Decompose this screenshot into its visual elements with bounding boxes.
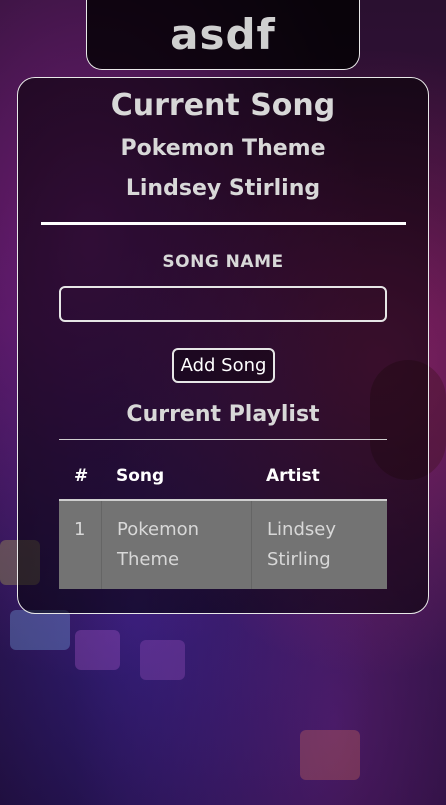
background-decor — [10, 610, 70, 650]
row-index: 1 — [74, 519, 86, 540]
column-header-artist: Artist — [266, 466, 320, 486]
playlist-divider — [59, 439, 387, 440]
background-decor — [300, 730, 360, 780]
column-header-index: # — [74, 466, 89, 486]
add-song-button[interactable]: Add Song — [172, 348, 275, 383]
table-header: # Song Artist — [59, 453, 387, 499]
song-name-label: SONG NAME — [162, 252, 284, 272]
column-header-song: Song — [116, 466, 165, 486]
row-artist: Lindsey Stirling — [251, 501, 387, 589]
current-song-heading: Current Song — [110, 88, 336, 123]
section-divider — [41, 222, 406, 225]
song-name-input[interactable] — [59, 286, 387, 322]
room-name: asdf — [170, 10, 276, 59]
player-panel: Current Song Pokemon Theme Lindsey Stirl… — [17, 77, 429, 614]
room-name-header: asdf — [86, 0, 360, 70]
playlist-heading: Current Playlist — [126, 402, 320, 427]
playlist-table: # Song Artist 1 Pokemon Theme Lindsey St… — [59, 453, 387, 589]
current-song-artist: Lindsey Stirling — [125, 176, 321, 201]
background-decor — [75, 630, 120, 670]
current-song-title: Pokemon Theme — [120, 136, 326, 161]
background-decor — [140, 640, 185, 680]
table-row[interactable]: 1 Pokemon Theme Lindsey Stirling — [59, 499, 387, 589]
row-song: Pokemon Theme — [101, 501, 251, 589]
